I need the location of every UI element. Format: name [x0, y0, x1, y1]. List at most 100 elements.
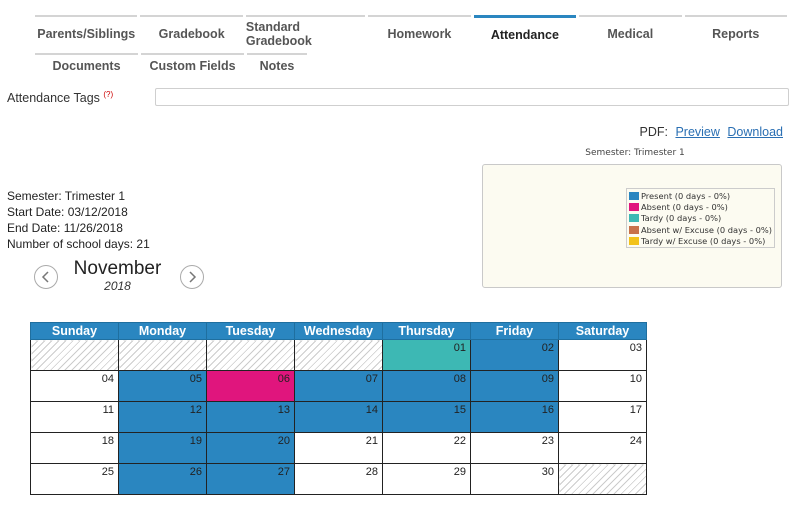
- chevron-right-icon: [189, 271, 197, 283]
- calendar-day-header: Sunday: [30, 322, 119, 340]
- month-year: 2018: [104, 279, 131, 293]
- tab-notes[interactable]: Notes: [247, 53, 307, 77]
- calendar-day-header: Thursday: [382, 322, 471, 340]
- next-month-button[interactable]: [180, 265, 204, 289]
- pdf-download-link[interactable]: Download: [727, 125, 783, 139]
- attendance-tags-label: Attendance Tags (?): [7, 90, 113, 105]
- calendar-day-cell[interactable]: 15: [382, 401, 471, 433]
- tab-reports[interactable]: Reports: [684, 15, 787, 51]
- calendar-day-cell[interactable]: 29: [382, 463, 471, 495]
- end-date: End Date: 11/26/2018: [7, 221, 123, 235]
- calendar-day-cell[interactable]: 21: [294, 432, 383, 464]
- pdf-label: PDF:: [639, 125, 668, 139]
- pdf-preview-link[interactable]: Preview: [675, 125, 719, 139]
- calendar-week-row: 01 02 03: [30, 339, 647, 371]
- calendar-empty-cell: [206, 339, 295, 371]
- semester-info: Semester: Trimester 1 Start Date: 03/12/…: [7, 188, 150, 252]
- help-icon[interactable]: (?): [103, 90, 113, 99]
- tab-documents[interactable]: Documents: [35, 53, 138, 77]
- legend-label: Absent w/ Excuse (0 days - 0%): [640, 224, 772, 235]
- calendar-day-cell[interactable]: 10: [558, 370, 647, 402]
- tab-row-primary: Parents/Siblings Gradebook Standard Grad…: [35, 15, 790, 51]
- calendar-day-header: Friday: [470, 322, 559, 340]
- legend-label: Absent (0 days - 0%): [640, 201, 728, 212]
- tab-standard-gradebook[interactable]: Standard Gradebook: [245, 15, 366, 51]
- tab-homework[interactable]: Homework: [368, 15, 471, 51]
- calendar-day-cell[interactable]: 08: [382, 370, 471, 402]
- chevron-left-icon: [41, 271, 49, 283]
- calendar-day-cell[interactable]: 22: [382, 432, 471, 464]
- legend-item: Tardy (0 days - 0%): [628, 213, 772, 224]
- calendar-day-cell[interactable]: 30: [470, 463, 559, 495]
- legend-swatch: [628, 236, 639, 245]
- legend-swatch: [628, 225, 639, 234]
- calendar-day-cell[interactable]: 05: [118, 370, 207, 402]
- calendar-day-cell[interactable]: 14: [294, 401, 383, 433]
- legend-label: Tardy (0 days - 0%): [640, 213, 722, 224]
- chart-title: Semester: Trimester 1: [585, 148, 685, 158]
- calendar-day-cell[interactable]: 04: [30, 370, 119, 402]
- calendar-day-cell[interactable]: 18: [30, 432, 119, 464]
- calendar-week-row: 18 19 20 21 22 23 24: [30, 432, 647, 464]
- calendar-day-cell[interactable]: 06: [206, 370, 295, 402]
- chart-legend: Present (0 days - 0%) Absent (0 days - 0%…: [625, 188, 775, 249]
- calendar-day-header: Monday: [118, 322, 207, 340]
- legend-item: Tardy w/ Excuse (0 days - 0%): [628, 235, 772, 246]
- calendar-day-cell[interactable]: 16: [470, 401, 559, 433]
- tab-bar: Parents/Siblings Gradebook Standard Grad…: [35, 15, 790, 77]
- prev-month-button[interactable]: [34, 265, 58, 289]
- calendar-day-cell[interactable]: 20: [206, 432, 295, 464]
- calendar-empty-cell: [30, 339, 119, 371]
- legend-swatch: [628, 202, 639, 211]
- legend-label: Tardy w/ Excuse (0 days - 0%): [640, 235, 766, 246]
- school-days-count: Number of school days: 21: [7, 237, 150, 251]
- calendar-day-cell[interactable]: 19: [118, 432, 207, 464]
- month-name: November: [73, 258, 162, 279]
- legend-swatch: [628, 191, 639, 200]
- calendar-week-row: 25 26 27 28 29 30: [30, 463, 647, 495]
- tab-medical[interactable]: Medical: [579, 15, 682, 51]
- calendar-day-cell[interactable]: 28: [294, 463, 383, 495]
- month-label: November 2018: [60, 258, 175, 294]
- calendar-day-cell[interactable]: 23: [470, 432, 559, 464]
- attendance-tags-text: Attendance Tags: [7, 91, 100, 106]
- calendar-week-row: 11 12 13 14 15 16 17: [30, 401, 647, 433]
- legend-label: Present (0 days - 0%): [640, 190, 731, 201]
- tab-gradebook[interactable]: Gradebook: [140, 15, 243, 51]
- calendar-day-cell[interactable]: 02: [470, 339, 559, 371]
- attendance-calendar: Sunday Monday Tuesday Wednesday Thursday Frid…: [30, 322, 647, 495]
- calendar-empty-cell: [118, 339, 207, 371]
- calendar-day-cell[interactable]: 24: [558, 432, 647, 464]
- pdf-links: PDF: Preview Download: [639, 125, 783, 139]
- semester-name: Semester: Trimester 1: [7, 189, 126, 203]
- legend-swatch: [628, 214, 639, 223]
- calendar-day-cell[interactable]: 11: [30, 401, 119, 433]
- legend-item: Absent (0 days - 0%): [628, 201, 772, 212]
- calendar-day-cell[interactable]: 12: [118, 401, 207, 433]
- tab-parents-siblings[interactable]: Parents/Siblings: [35, 15, 138, 51]
- calendar-header-row: Sunday Monday Tuesday Wednesday Thursday Frid…: [30, 322, 647, 340]
- calendar-day-cell[interactable]: 09: [470, 370, 559, 402]
- legend-item: Absent w/ Excuse (0 days - 0%): [628, 224, 772, 235]
- calendar-day-header: Saturday: [558, 322, 647, 340]
- attendance-tags-input[interactable]: [155, 88, 789, 106]
- calendar-day-cell[interactable]: 01: [382, 339, 471, 371]
- calendar-day-cell[interactable]: 03: [558, 339, 647, 371]
- calendar-week-row: 04 05 06 07 08 09 10: [30, 370, 647, 402]
- tab-attendance[interactable]: Attendance: [473, 15, 577, 51]
- calendar-day-cell[interactable]: 27: [206, 463, 295, 495]
- calendar-day-header: Tuesday: [206, 322, 295, 340]
- calendar-day-cell[interactable]: 26: [118, 463, 207, 495]
- calendar-body: 01 02 03 04 05 06 07 08 09 10 11 12 13 14 15 16 17 18 19 20…: [30, 339, 647, 495]
- calendar-day-cell[interactable]: 13: [206, 401, 295, 433]
- tab-row-secondary: Documents Custom Fields Notes: [35, 53, 790, 77]
- calendar-day-cell[interactable]: 25: [30, 463, 119, 495]
- tab-custom-fields[interactable]: Custom Fields: [141, 53, 244, 77]
- calendar-empty-cell: [558, 463, 647, 495]
- attendance-chart: Present (0 days - 0%) Absent (0 days - 0%…: [482, 164, 782, 288]
- calendar-empty-cell: [294, 339, 383, 371]
- calendar-day-cell[interactable]: 17: [558, 401, 647, 433]
- start-date: Start Date: 03/12/2018: [7, 205, 128, 219]
- calendar-day-cell[interactable]: 07: [294, 370, 383, 402]
- legend-item: Present (0 days - 0%): [628, 190, 772, 201]
